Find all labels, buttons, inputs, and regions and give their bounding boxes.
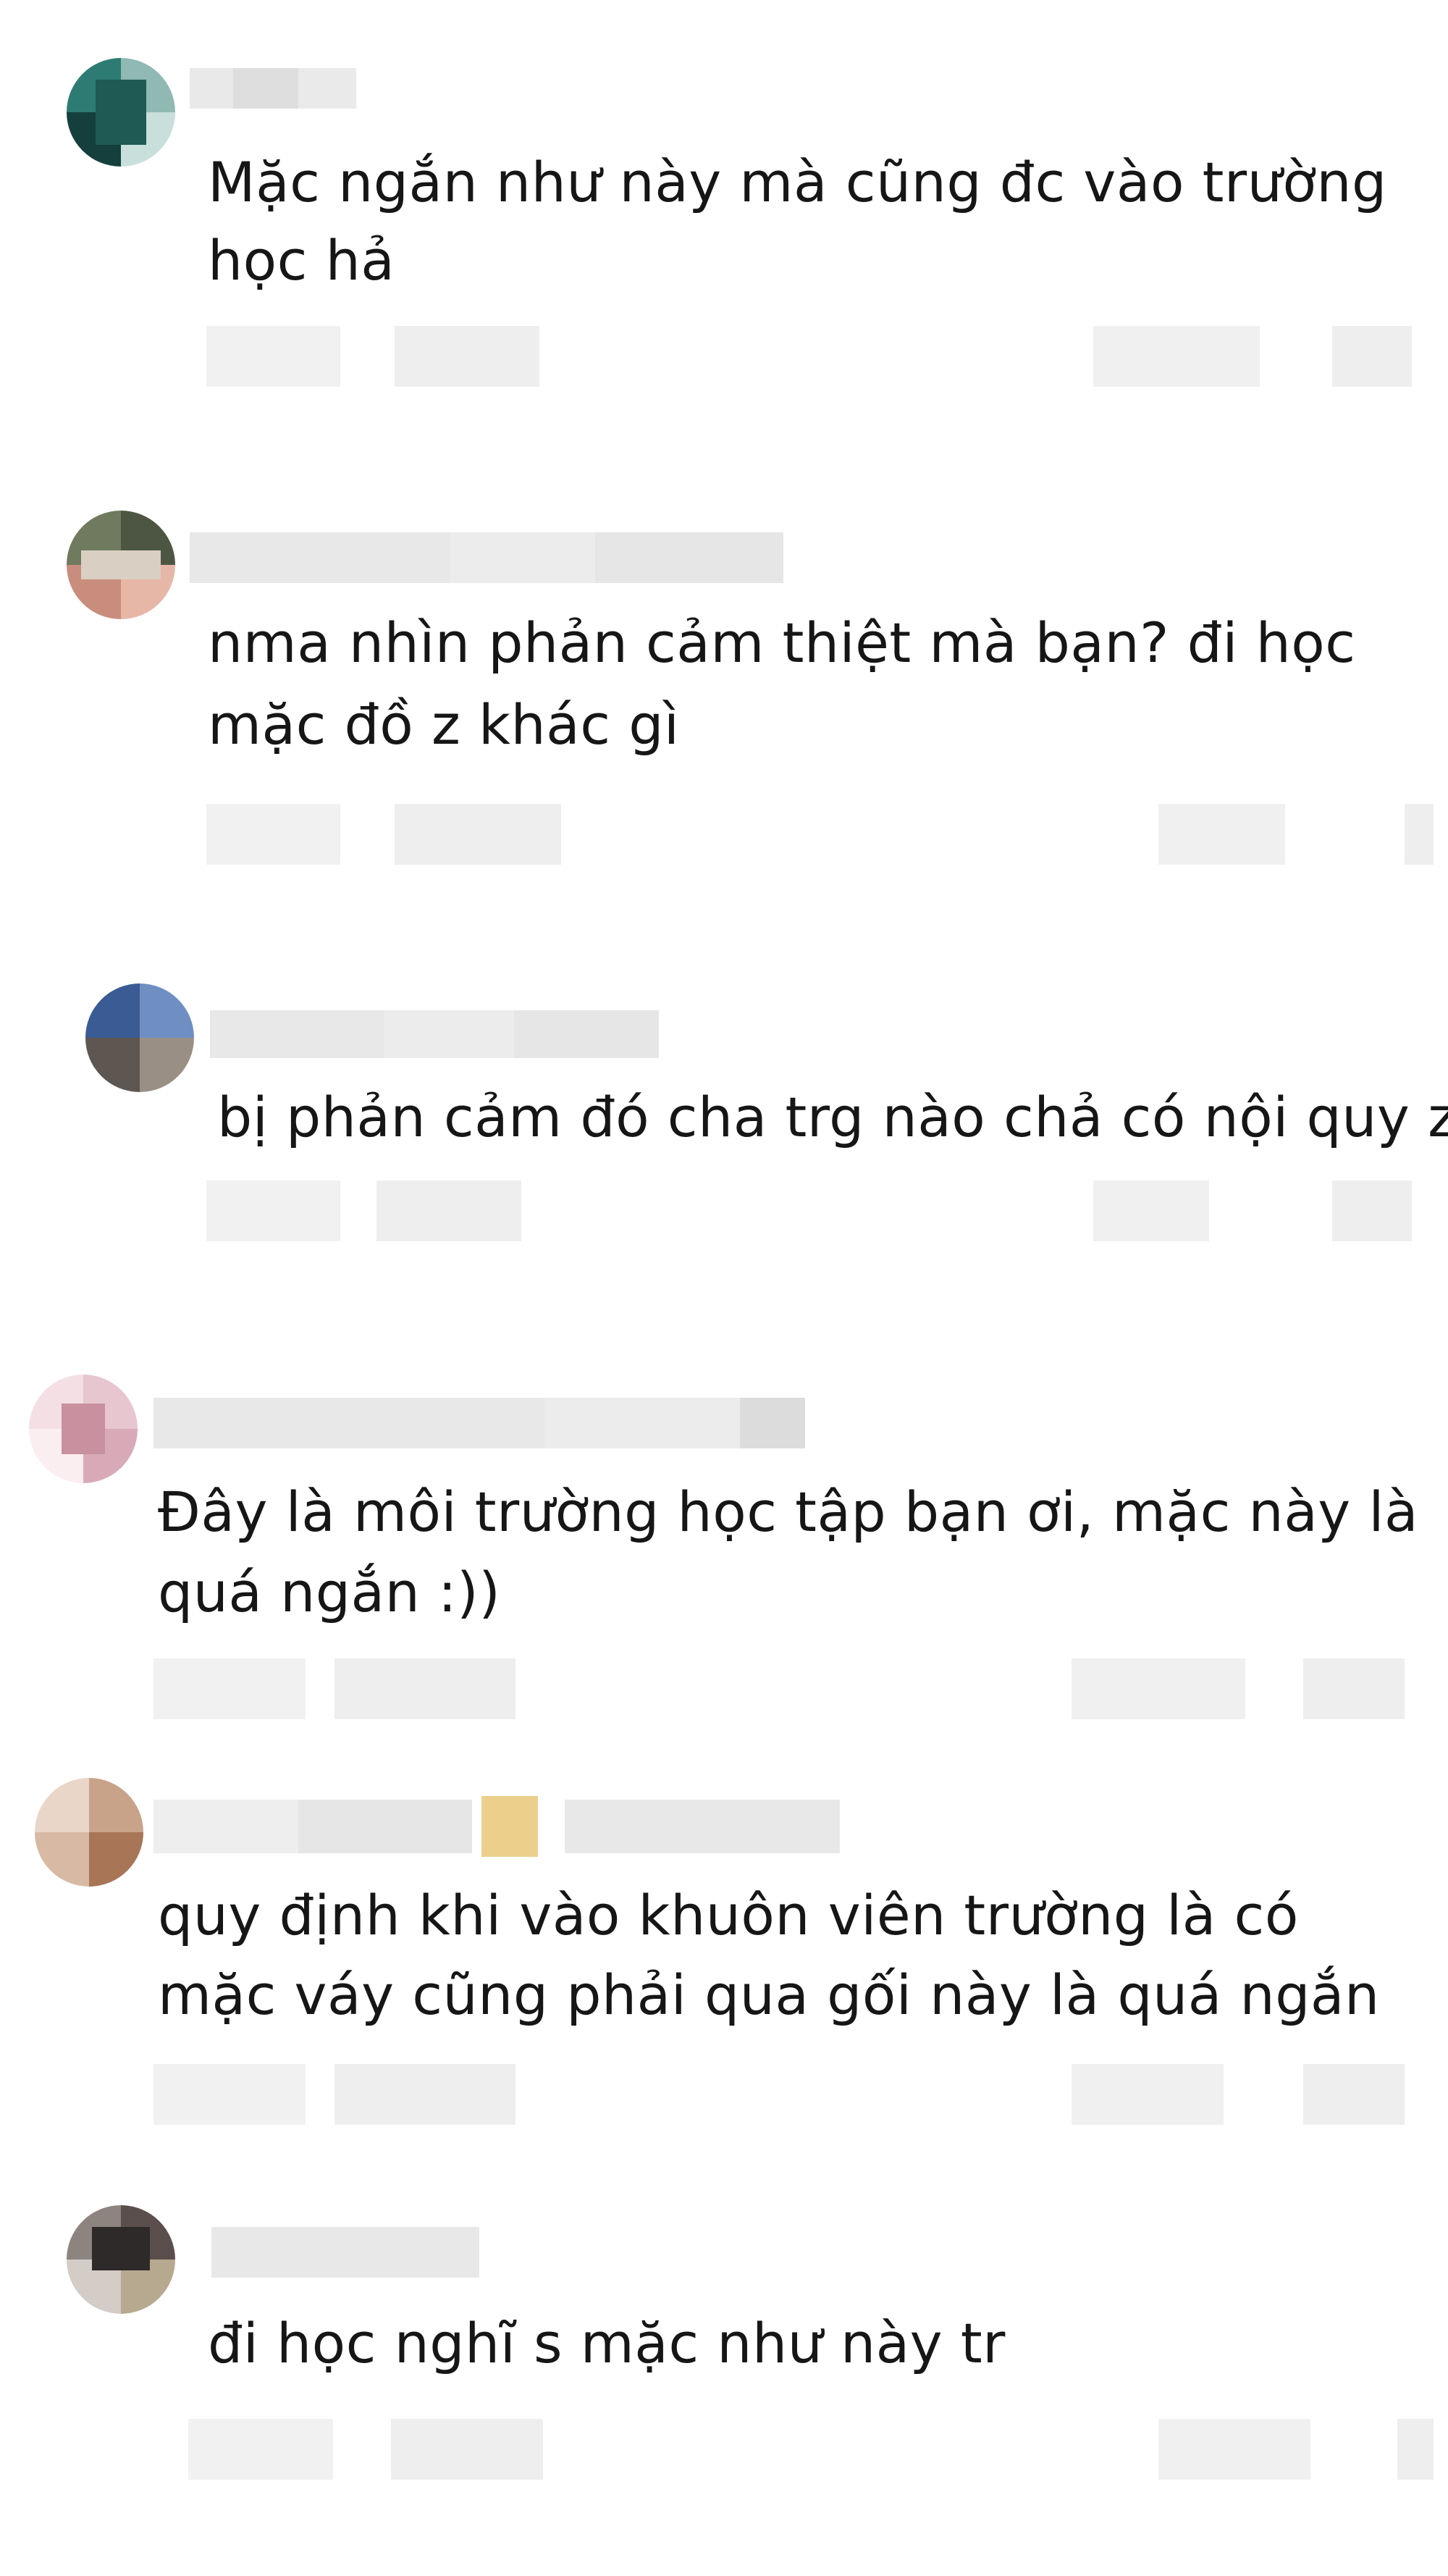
comment-text-line-2: quá ngắn :)) xyxy=(158,1560,501,1624)
comment-text-line-1: nma nhìn phản cảm thiệt mà bạn? đi học xyxy=(208,611,1356,675)
comment-text-line-1: bị phản cảm đó cha trg nào chả có nội qu… xyxy=(217,1085,1448,1149)
comment-text-line-1: Đây là môi trường học tập bạn ơi, mặc nà… xyxy=(158,1480,1419,1544)
avatar[interactable] xyxy=(67,511,175,619)
comment-text-line-1: quy định khi vào khuôn viên trường là có xyxy=(158,1883,1299,1947)
avatar[interactable] xyxy=(67,58,175,167)
comment-text-line-2: học hả xyxy=(208,228,395,293)
comment-text-line-2: mặc váy cũng phải qua gối này là quá ngắ… xyxy=(158,1963,1380,2027)
avatar[interactable] xyxy=(35,1778,143,1887)
comment-text-line-2: mặc đồ z khác gì xyxy=(208,692,680,757)
avatar[interactable] xyxy=(67,2205,175,2314)
comment-text-line-1: đi học nghĩ s mặc như này tr xyxy=(208,2311,1006,2375)
avatar[interactable] xyxy=(29,1375,138,1483)
comment-text-line-1: Mặc ngắn như này mà cũng đc vào trường xyxy=(208,150,1387,214)
avatar[interactable] xyxy=(85,983,194,1092)
